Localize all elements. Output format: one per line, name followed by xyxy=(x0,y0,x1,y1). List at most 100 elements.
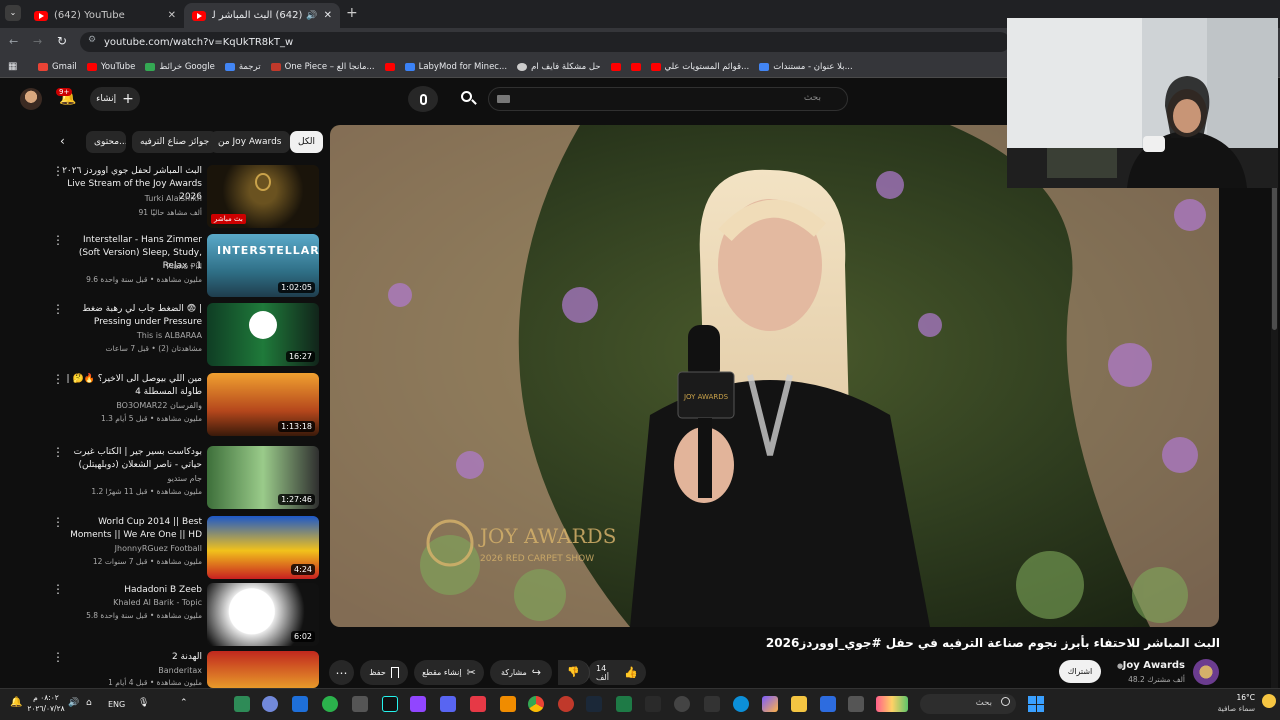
list-item[interactable]: 4:24 World Cup 2014 || Best Moments || W… xyxy=(0,516,330,582)
apps-grid-icon[interactable]: ▦ xyxy=(8,61,17,72)
list-item[interactable]: 1:13:18 مين اللي بيوصل الى الاخير؟ 🔥🤔 | … xyxy=(0,373,330,439)
more-options-icon[interactable]: ⋮ xyxy=(52,446,64,458)
app-icon-12[interactable] xyxy=(558,696,574,712)
discord-icon[interactable] xyxy=(440,696,456,712)
video-thumbnail[interactable]: بث مباشر xyxy=(207,165,319,228)
tray-overflow-icon[interactable]: ⌃ xyxy=(180,698,188,708)
reload-icon[interactable]: ↻ xyxy=(57,34,67,48)
tulips-widget-icon[interactable] xyxy=(876,696,908,712)
save-button[interactable]: حفظ xyxy=(360,660,408,685)
back-icon[interactable]: ← xyxy=(9,35,18,48)
tray-mic-icon[interactable]: 🎙 xyxy=(138,698,149,708)
app-icon-22[interactable] xyxy=(848,696,864,712)
tab-search-button[interactable]: ⌄ xyxy=(5,5,21,21)
volume-icon[interactable]: 🔊 xyxy=(68,698,79,708)
search-button[interactable] xyxy=(456,88,482,110)
new-tab-button[interactable]: + xyxy=(346,5,358,21)
list-item[interactable]: الهدنة 2 Banderitax 1 مليون مشاهدة • قبل… xyxy=(0,651,330,688)
more-options-icon[interactable]: ⋮ xyxy=(52,303,64,315)
bookmark-youtube-4[interactable] xyxy=(630,62,641,71)
list-item[interactable]: 1:27:46 بودكاست بسير جير | الكتاب غيرت ح… xyxy=(0,446,330,512)
video-thumbnail[interactable]: 1:13:18 xyxy=(207,373,319,436)
bookmark-gmail[interactable]: Gmail xyxy=(38,62,77,72)
app-icon-10[interactable] xyxy=(500,696,516,712)
video-thumbnail[interactable]: 1:27:46 xyxy=(207,446,319,509)
audio-playing-icon[interactable]: 🔊 xyxy=(306,11,317,21)
notification-bell-icon[interactable]: 🔔 xyxy=(10,697,22,708)
app-icon-21[interactable] xyxy=(820,696,836,712)
epic-games-icon[interactable] xyxy=(645,696,661,712)
tab-live-video[interactable]: (642) البث المباشر للاحتفاء بأ... 🔊 ✕ xyxy=(184,3,340,28)
more-options-icon[interactable]: ⋮ xyxy=(52,516,64,528)
more-options-icon[interactable]: ⋮ xyxy=(52,165,64,177)
tiktok-icon[interactable] xyxy=(382,696,398,712)
taskbar-search[interactable]: بحث xyxy=(920,694,1016,714)
app-icon-7[interactable] xyxy=(410,696,426,712)
app-icon-14[interactable] xyxy=(616,696,632,712)
tab-youtube-home[interactable]: (642) YouTube ✕ xyxy=(26,3,184,28)
address-bar[interactable]: ⚙ youtube.com/watch?v=KqUkTR8kT_w xyxy=(80,32,1010,52)
like-button[interactable]: 14 ألف 👍 xyxy=(588,660,646,685)
bookmark-translate[interactable]: ترجمة xyxy=(224,62,261,72)
taskbar-clock[interactable]: ٠٨:٠٢ م ٢٠٢٦/٠٧/٢٨ xyxy=(26,692,66,714)
video-thumbnail[interactable]: INTERSTELLAR 1:02:05 xyxy=(207,234,319,297)
dislike-button[interactable]: 👎 xyxy=(558,660,590,685)
steam-icon[interactable] xyxy=(586,696,602,712)
app-icon-16[interactable] xyxy=(674,696,690,712)
search-input[interactable]: بحث xyxy=(488,87,848,111)
channel-avatar[interactable] xyxy=(1193,659,1219,685)
language-indicator[interactable]: ENG xyxy=(108,700,125,709)
video-thumbnail[interactable]: 16:27 xyxy=(207,303,319,366)
list-item[interactable]: 6:02 Hadadoni B Zeeb Khaled Al Barik - T… xyxy=(0,583,330,649)
share-button[interactable]: مشاركة ↪ xyxy=(490,660,552,685)
create-button[interactable]: إنشاء + xyxy=(90,87,140,111)
list-item[interactable]: بث مباشر البث المباشر لحفل جوي اووردز ٢٠… xyxy=(0,165,330,231)
more-actions-button[interactable]: ⋯ xyxy=(329,660,354,685)
site-info-icon[interactable]: ⚙ xyxy=(88,35,96,45)
clip-button[interactable]: إنشاء مقطع ✂ xyxy=(414,660,484,685)
video-player[interactable]: JOY AWARDS JOY AWARDS 2026 RED CARPET SH… xyxy=(330,125,1219,627)
weather-widget[interactable]: 16°C سماء صافية xyxy=(1195,692,1255,714)
video-thumbnail[interactable]: 6:02 xyxy=(207,583,319,646)
video-thumbnail[interactable] xyxy=(207,651,319,688)
edge-icon[interactable] xyxy=(733,696,749,712)
chip-from-joy-awards[interactable]: من Joy Awards xyxy=(210,131,290,153)
chip-all[interactable]: الكل xyxy=(290,131,324,153)
bookmark-youtube-2[interactable] xyxy=(384,62,395,71)
list-item[interactable]: INTERSTELLAR 1:02:05 Interstellar - Hans… xyxy=(0,234,330,300)
video-thumbnail[interactable]: 4:24 xyxy=(207,516,319,579)
more-options-icon[interactable]: ⋮ xyxy=(52,234,64,246)
app-icon-5[interactable] xyxy=(352,696,368,712)
more-options-icon[interactable]: ⋮ xyxy=(52,651,64,663)
close-tab-icon[interactable]: ✕ xyxy=(168,10,176,21)
subscribe-button[interactable]: اشتراك xyxy=(1059,660,1101,683)
bookmark-youtube[interactable]: YouTube xyxy=(86,62,135,72)
bookmark-one-piece[interactable]: One Piece – مانجا الع... xyxy=(270,62,375,72)
bookmark-labymod[interactable]: LabyMod for Minec... xyxy=(404,62,507,72)
copilot-icon[interactable] xyxy=(762,696,778,712)
notifications-button[interactable]: 🔔 9+ xyxy=(56,88,80,112)
app-icon-3[interactable] xyxy=(292,696,308,712)
bookmark-youtube-3[interactable] xyxy=(610,62,621,71)
avatar[interactable] xyxy=(20,88,42,110)
voice-search-button[interactable] xyxy=(408,86,438,112)
start-button[interactable] xyxy=(1028,696,1044,712)
forward-icon[interactable]: → xyxy=(33,35,42,48)
app-icon-4[interactable] xyxy=(322,696,338,712)
chip-entertainment-makers[interactable]: جوائز صناع الترفيه xyxy=(132,131,218,153)
app-icon-17[interactable] xyxy=(704,696,720,712)
file-explorer-icon[interactable] xyxy=(791,696,807,712)
app-icon-1[interactable] xyxy=(234,696,250,712)
app-icon-2[interactable] xyxy=(262,696,278,712)
list-item[interactable]: 16:27 الضغط جاب لي رهبة ضغط 😨 | Pressing… xyxy=(0,303,330,369)
bookmark-docs[interactable]: بلا عنوان - مستندات... xyxy=(759,62,853,72)
bookmark-google-maps[interactable]: خرائط Google xyxy=(145,62,215,72)
chrome-icon[interactable] xyxy=(528,696,544,712)
close-tab-icon[interactable]: ✕ xyxy=(324,10,332,21)
chip-more[interactable]: محتوى... xyxy=(86,131,126,153)
keyboard-icon[interactable] xyxy=(497,95,510,103)
bookmark-fivem[interactable]: حل مشكلة فايف ام xyxy=(517,62,601,72)
more-options-icon[interactable]: ⋮ xyxy=(52,583,64,595)
bookmark-levels[interactable]: قوائم المستويات علي... xyxy=(650,62,749,72)
chips-prev-icon[interactable]: ‹ xyxy=(60,134,65,148)
